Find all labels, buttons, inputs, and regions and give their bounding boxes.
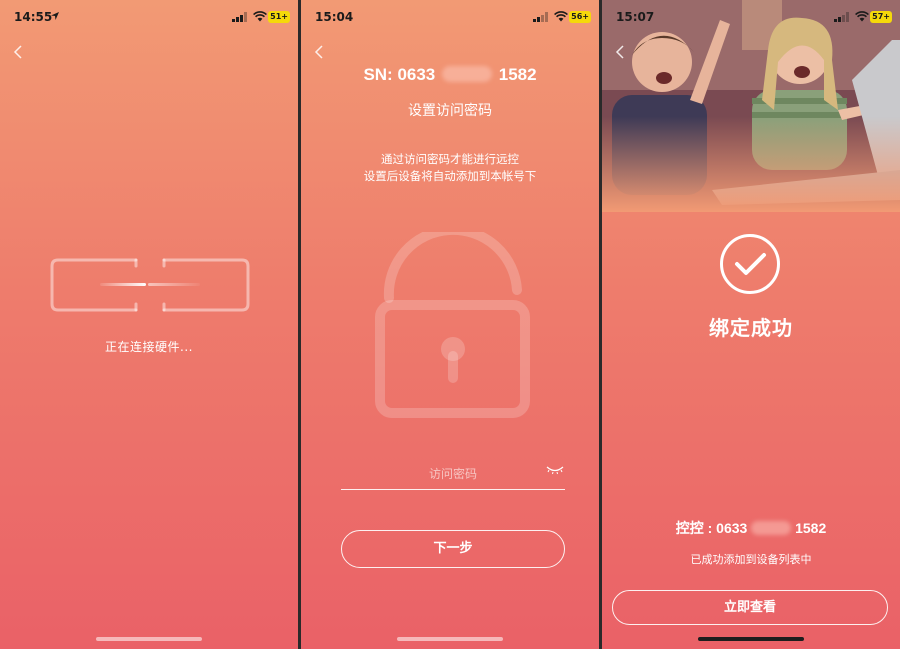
back-arrow-icon[interactable] (313, 44, 325, 60)
home-indicator[interactable] (698, 637, 804, 641)
serial-suffix: 1582 (498, 65, 537, 84)
status-bar: 14:55 51+ (0, 0, 298, 34)
home-indicator[interactable] (96, 637, 202, 641)
device-prefix: 控控 : 0633 (675, 520, 748, 536)
location-arrow-icon (51, 12, 59, 20)
view-now-button[interactable]: 立即查看 (612, 590, 888, 625)
description-line-1: 通过访问密码才能进行远控 (381, 152, 519, 166)
back-arrow-icon[interactable] (614, 44, 626, 60)
home-indicator[interactable] (397, 637, 503, 641)
page-title: 设置访问密码 (408, 103, 492, 119)
device-redacted (751, 521, 792, 535)
lock-icon (375, 232, 530, 418)
status-bar: 15:04 56+ (301, 0, 599, 34)
wifi-icon (855, 11, 869, 22)
success-title: 绑定成功 (709, 316, 793, 340)
password-input[interactable] (341, 458, 565, 490)
device-id: 控控 : 0633 1582 (602, 518, 900, 538)
checkmark-circle-icon (720, 234, 780, 294)
connecting-screen: 14:55 51+ 正在连接硬件... (0, 0, 298, 649)
signal-icon (232, 12, 247, 22)
signal-icon (533, 12, 548, 22)
added-confirmation: 已成功添加到设备列表中 (690, 553, 812, 566)
description-line-2: 设置后设备将自动添加到本帐号下 (363, 169, 537, 183)
status-bar: 15:07 57+ (602, 0, 900, 34)
signal-icon (834, 12, 849, 22)
wifi-icon (253, 11, 267, 22)
status-time: 15:07 (616, 10, 655, 24)
broken-link-icon (50, 258, 250, 312)
status-time: 14:55 (14, 10, 53, 24)
battery-icon: 57+ (870, 11, 892, 23)
bind-success-screen: 15:07 57+ 绑定成功 控控 : 0633 1582 已成功添加到设备列表… (602, 0, 900, 649)
serial-number: SN: 0633 1582 (301, 65, 599, 85)
back-arrow-icon[interactable] (12, 44, 24, 60)
serial-redacted (442, 66, 492, 82)
status-time: 15:04 (315, 10, 354, 24)
battery-icon: 56+ (569, 11, 591, 23)
eye-closed-icon[interactable] (545, 464, 565, 476)
description: 通过访问密码才能进行远控 设置后设备将自动添加到本帐号下 (301, 151, 599, 185)
connecting-status-text: 正在连接硬件... (105, 340, 193, 354)
set-password-screen: 15:04 56+ SN: 0633 1582 设置访问密码 通过访问密码才能进… (301, 0, 599, 649)
serial-prefix: SN: 0633 (363, 65, 436, 84)
wifi-icon (554, 11, 568, 22)
device-suffix: 1582 (795, 520, 827, 536)
next-button[interactable]: 下一步 (341, 530, 565, 568)
battery-icon: 51+ (268, 11, 290, 23)
